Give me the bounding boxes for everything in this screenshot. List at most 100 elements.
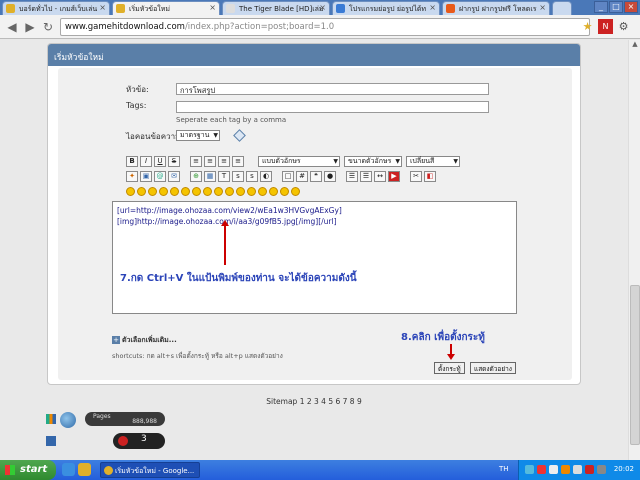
email-icon[interactable]: ✉: [168, 171, 180, 182]
underline-icon[interactable]: U: [154, 156, 166, 167]
message-textarea[interactable]: [url=http://image.ohozaa.com/view2/wEa1w…: [112, 201, 517, 314]
ordered-list-icon[interactable]: ☰: [360, 171, 372, 182]
tray-icon[interactable]: [525, 465, 534, 474]
link-icon[interactable]: @: [154, 171, 166, 182]
tray-icon[interactable]: [597, 465, 606, 474]
smiley-icon[interactable]: [280, 187, 289, 196]
tab-close-icon[interactable]: ×: [99, 3, 106, 12]
taskbar: start เริ่มหัวข้อใหม่ - Google... TH 20:…: [0, 460, 640, 480]
page-scrollbar[interactable]: ▲: [628, 40, 640, 460]
volume-icon[interactable]: [573, 465, 582, 474]
post-button[interactable]: ตั้งกระทู้: [434, 362, 465, 374]
smiley-icon[interactable]: [291, 187, 300, 196]
new-tab-button[interactable]: [552, 1, 572, 15]
sup-icon[interactable]: s: [232, 171, 244, 182]
step8-annotation: 8.คลิก เพื่อตั้งกระทู้: [401, 332, 485, 343]
sitemap-pages[interactable]: 1 2 3 4 5 6 7 8 9: [300, 397, 362, 406]
tray-icon[interactable]: [561, 465, 570, 474]
table-icon[interactable]: ▦: [204, 171, 216, 182]
sitemap-label[interactable]: Sitemap: [266, 397, 297, 406]
remove-format-icon[interactable]: ✂: [410, 171, 422, 182]
toggle-view-icon[interactable]: ◧: [424, 171, 436, 182]
ftp-icon[interactable]: ⊕: [190, 171, 202, 182]
back-icon[interactable]: ◀: [4, 19, 20, 35]
smiley-icon[interactable]: [137, 187, 146, 196]
star-icon[interactable]: ★: [580, 19, 595, 34]
align-right-icon[interactable]: ≡: [232, 156, 244, 167]
horizontal-rule-icon[interactable]: ↔: [374, 171, 386, 182]
reload-icon[interactable]: ↻: [40, 19, 56, 35]
message-icon-select[interactable]: มาตรฐาน ▼: [176, 130, 220, 141]
teletype-icon[interactable]: T: [218, 171, 230, 182]
taskbar-chrome-window[interactable]: เริ่มหัวข้อใหม่ - Google...: [100, 462, 200, 478]
wrench-icon[interactable]: ⚙: [616, 19, 631, 34]
hr-icon[interactable]: ≡: [204, 156, 216, 167]
more-options-link[interactable]: ตัวเลือกเพิ่มเติม...: [122, 335, 177, 346]
smiley-icon[interactable]: [203, 187, 212, 196]
font-color-select[interactable]: เปลี่ยนสี ▼: [406, 156, 460, 167]
smiley-icon[interactable]: [247, 187, 256, 196]
smiley-icon[interactable]: [258, 187, 267, 196]
scroll-thumb[interactable]: [630, 285, 640, 445]
smiley-icon[interactable]: [126, 187, 135, 196]
glow-icon[interactable]: ◐: [260, 171, 272, 182]
flash-icon[interactable]: ✦: [126, 171, 138, 182]
smiley-icon[interactable]: [170, 187, 179, 196]
smiley-icon[interactable]: [148, 187, 157, 196]
smiley-icon[interactable]: [269, 187, 278, 196]
system-tray: TH 20:02: [499, 460, 640, 480]
align-center-icon[interactable]: ≡: [218, 156, 230, 167]
browser-tab[interactable]: The Tiger Blade [HD]เล่ม ×: [222, 1, 330, 15]
start-button[interactable]: start: [0, 460, 56, 480]
youtube-icon[interactable]: ▶: [388, 171, 400, 182]
tray-icon[interactable]: [537, 465, 546, 474]
message-line: [img]http://image.ohozaa.com/i/aa3/g09fB…: [117, 217, 337, 226]
browser-tab[interactable]: โปรแกรมย่อรูป ย่อรูปได้ท ×: [332, 1, 440, 15]
tab-strip: บอร์ดทั่วไป - เกมส์เว็บเล่น × เริ่มหัวข้อ…: [0, 0, 640, 15]
smiley-icon[interactable]: [236, 187, 245, 196]
tab-close-icon[interactable]: ×: [319, 3, 326, 12]
tab-close-icon[interactable]: ×: [209, 3, 216, 12]
strikethrough-icon[interactable]: S: [168, 156, 180, 167]
expand-plus-icon[interactable]: +: [112, 336, 120, 344]
close-window-icon[interactable]: ×: [624, 1, 638, 13]
browser-tab[interactable]: ฝากรูป ฝากรูปฟรี โหลดเร ×: [442, 1, 550, 15]
smiley-icon[interactable]: [192, 187, 201, 196]
quote-icon[interactable]: ❝: [310, 171, 322, 182]
pages-counter: Pages 888,988: [85, 412, 165, 426]
maximize-icon[interactable]: □: [609, 1, 623, 13]
scroll-up-icon[interactable]: ▲: [629, 40, 640, 52]
table-insert-icon[interactable]: □: [282, 171, 294, 182]
browser-tab-active[interactable]: เริ่มหัวข้อใหม่ ×: [112, 1, 220, 15]
bold-icon[interactable]: B: [126, 156, 138, 167]
tab-close-icon[interactable]: ×: [539, 3, 546, 12]
italic-icon[interactable]: I: [140, 156, 152, 167]
language-indicator[interactable]: TH: [499, 465, 509, 473]
forward-icon[interactable]: ▶: [22, 19, 38, 35]
address-bar[interactable]: www.gamehitdownload.com/index.php?action…: [60, 18, 590, 36]
list-icon[interactable]: ☰: [346, 171, 358, 182]
spoiler-icon[interactable]: ●: [324, 171, 336, 182]
tray-icon[interactable]: [585, 465, 594, 474]
smiley-icon[interactable]: [181, 187, 190, 196]
extension-icon[interactable]: N: [598, 19, 613, 34]
chrome-icon[interactable]: [78, 463, 91, 476]
font-size-select[interactable]: ขนาดตัวอักษร ▼: [344, 156, 402, 167]
tray-icon[interactable]: [549, 465, 558, 474]
ie-icon[interactable]: [62, 463, 75, 476]
smiley-icon[interactable]: [225, 187, 234, 196]
browser-tab[interactable]: บอร์ดทั่วไป - เกมส์เว็บเล่น ×: [2, 1, 110, 15]
minimize-icon[interactable]: _: [594, 1, 608, 13]
sub-icon[interactable]: s: [246, 171, 258, 182]
smiley-icon[interactable]: [214, 187, 223, 196]
preview-button[interactable]: แสดงตัวอย่าง: [470, 362, 516, 374]
tags-input[interactable]: [176, 101, 489, 113]
subject-input[interactable]: การโพสรูป: [176, 83, 489, 95]
code-icon[interactable]: #: [296, 171, 308, 182]
image-icon[interactable]: ▣: [140, 171, 152, 182]
font-face-select[interactable]: แบบตัวอักษร ▼: [258, 156, 340, 167]
tab-close-icon[interactable]: ×: [429, 3, 436, 12]
align-left-icon[interactable]: ≡: [190, 156, 202, 167]
clock[interactable]: 20:02: [614, 465, 634, 473]
smiley-icon[interactable]: [159, 187, 168, 196]
